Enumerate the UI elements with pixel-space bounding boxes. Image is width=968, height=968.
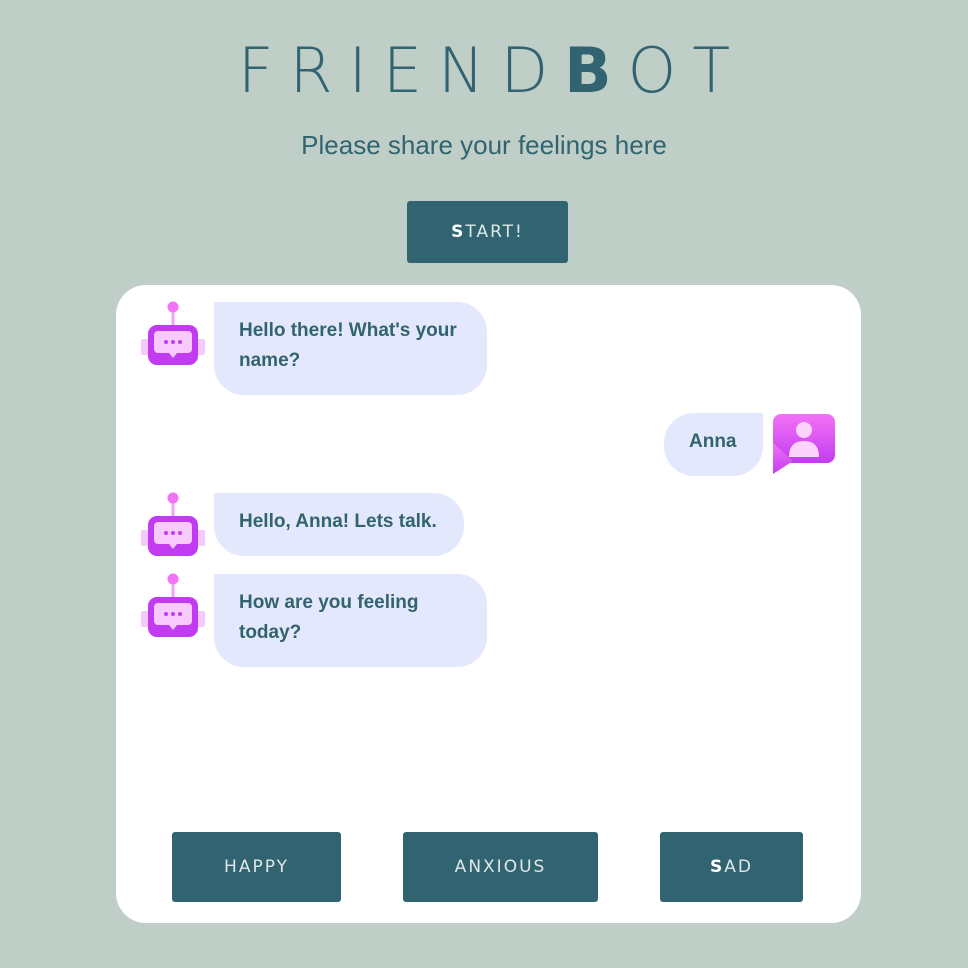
chat-message-bot-1: Hello there! What's your name? bbox=[214, 302, 487, 395]
mood-happy-first-char: H bbox=[224, 857, 239, 877]
chat-message-bot-2: Hello, Anna! Lets talk. bbox=[214, 493, 464, 556]
mood-sad-button[interactable]: S AD bbox=[660, 832, 803, 902]
bot-avatar-icon bbox=[141, 301, 205, 365]
start-button-label: TART! bbox=[465, 222, 524, 242]
user-avatar-icon bbox=[773, 414, 835, 474]
page-subtitle: Please share your feelings here bbox=[301, 130, 667, 160]
bot-avatar-icon bbox=[141, 492, 205, 556]
logo-text-b: B bbox=[564, 34, 628, 107]
chat-message-user-1: Anna bbox=[664, 413, 763, 476]
start-button-first-char: S bbox=[451, 222, 466, 242]
bot-avatar-icon bbox=[141, 573, 205, 637]
mood-happy-label: APPY bbox=[238, 857, 289, 877]
mood-anxious-button[interactable]: A NXIOUS bbox=[403, 832, 598, 902]
chat-message-bot-3: How are you feeling today? bbox=[214, 574, 487, 667]
mood-anxious-first-char: A bbox=[454, 857, 469, 877]
start-button[interactable]: S TART! bbox=[407, 201, 568, 263]
mood-sad-label: AD bbox=[724, 857, 753, 877]
chat-panel: Hello there! What's your name? Anna Hell… bbox=[116, 285, 861, 923]
logo-text-a: FRIEND bbox=[237, 34, 565, 107]
mood-anxious-label: NXIOUS bbox=[468, 857, 547, 877]
mood-sad-first-char: S bbox=[710, 857, 725, 877]
logo-text-c: OT bbox=[627, 34, 747, 107]
mood-happy-button[interactable]: H APPY bbox=[172, 832, 341, 902]
app-logo: FRIENDBOT bbox=[0, 36, 968, 106]
